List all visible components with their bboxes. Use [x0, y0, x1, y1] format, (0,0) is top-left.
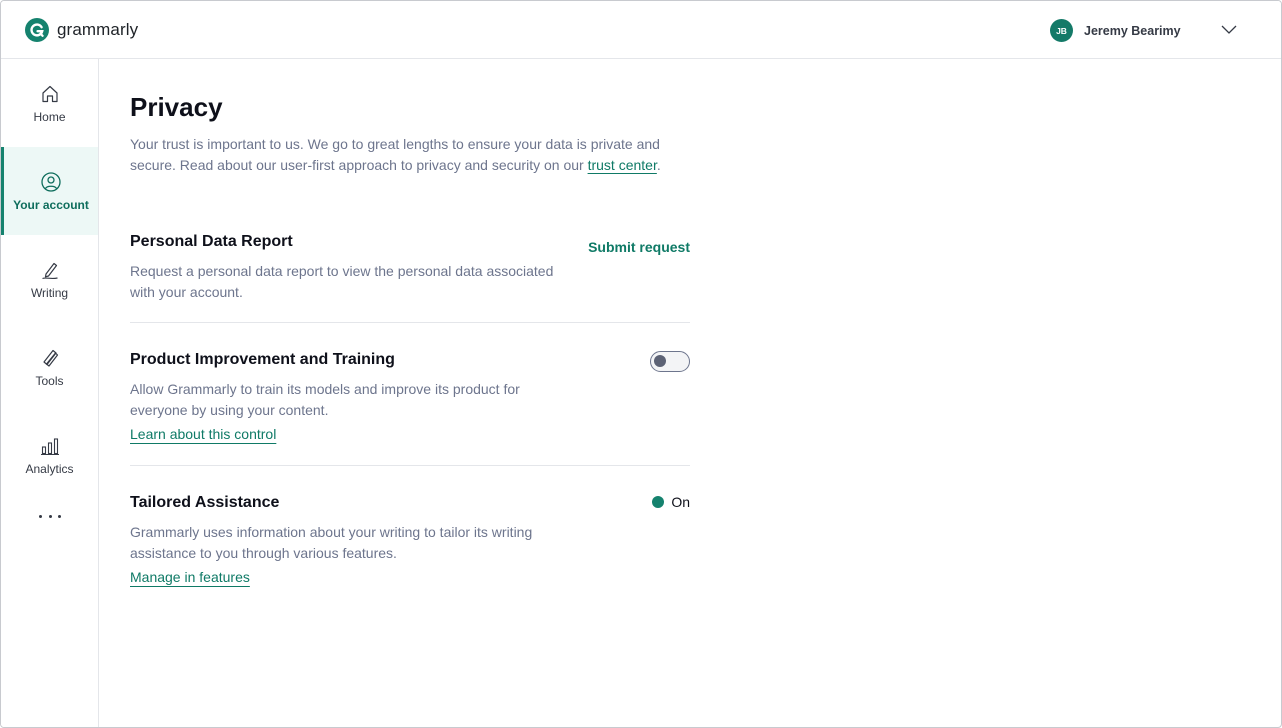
- sidebar: Home Your account Writing Tools Analytic…: [1, 59, 99, 727]
- status-badge: On: [652, 494, 690, 510]
- learn-about-control-link[interactable]: Learn about this control: [130, 426, 276, 442]
- section-description: Request a personal data report to view t…: [130, 263, 554, 300]
- more-dots-icon[interactable]: [39, 511, 61, 521]
- intro-body: Your trust is important to us. We go to …: [130, 136, 660, 173]
- dot: [58, 514, 61, 518]
- sidebar-item-label: Analytics: [25, 461, 74, 476]
- product-improvement-section: Product Improvement and Training Allow G…: [130, 351, 690, 444]
- avatar: JB: [1050, 19, 1073, 42]
- divider: [130, 322, 690, 323]
- section-description: Allow Grammarly to train its models and …: [130, 381, 520, 418]
- product-improvement-toggle[interactable]: [650, 351, 690, 372]
- sidebar-item-label: Your account: [13, 197, 89, 212]
- sidebar-item-tools[interactable]: Tools: [1, 323, 98, 411]
- user-menu[interactable]: JB Jeremy Bearimy: [1050, 19, 1181, 42]
- logo-wordmark: grammarly: [57, 20, 139, 39]
- page-title: Privacy: [130, 92, 223, 122]
- chevron-down-icon[interactable]: [1220, 22, 1238, 36]
- grammarly-logo[interactable]: grammarly: [25, 18, 138, 42]
- sidebar-item-label: Tools: [35, 373, 64, 388]
- home-icon: [41, 85, 58, 102]
- pen-icon: [41, 262, 58, 279]
- sidebar-item-label: Writing: [30, 285, 69, 300]
- toggle-knob: [654, 355, 666, 367]
- sidebar-item-writing[interactable]: Writing: [1, 235, 98, 323]
- section-description: Grammarly uses information about your wr…: [130, 524, 533, 561]
- sidebar-item-home[interactable]: Home: [1, 59, 98, 147]
- dot: [39, 514, 42, 518]
- personal-data-report-section: Personal Data Report Request a personal …: [130, 233, 690, 303]
- dot: [48, 514, 52, 518]
- divider: [130, 465, 690, 466]
- sidebar-item-analytics[interactable]: Analytics: [1, 411, 98, 499]
- status-text: On: [671, 494, 690, 510]
- grammarly-logo-icon: [25, 18, 49, 42]
- user-circle-icon: [41, 171, 61, 192]
- manage-in-features-link[interactable]: Manage in features: [130, 569, 250, 585]
- app-window: grammarly JB Jeremy Bearimy Home Your ac…: [0, 0, 1282, 728]
- top-bar: grammarly JB Jeremy Bearimy: [1, 1, 1281, 59]
- sidebar-item-label: Home: [33, 109, 66, 124]
- section-title: Product Improvement and Training: [130, 351, 395, 368]
- status-dot-icon: [652, 496, 665, 508]
- tailored-assistance-section: Tailored Assistance Grammarly uses infor…: [130, 494, 690, 587]
- intro-end: .: [656, 157, 661, 173]
- intro-text: Your trust is important to us. We go to …: [130, 134, 690, 176]
- section-title: Tailored Assistance: [130, 494, 280, 511]
- bar-chart-icon: [40, 437, 59, 455]
- user-name: Jeremy Bearimy: [1084, 23, 1181, 38]
- tools-icon: [42, 349, 58, 367]
- submit-request-button[interactable]: Submit request: [588, 239, 690, 255]
- trust-center-link[interactable]: trust center: [588, 157, 657, 173]
- sidebar-item-your-account[interactable]: Your account: [1, 147, 98, 235]
